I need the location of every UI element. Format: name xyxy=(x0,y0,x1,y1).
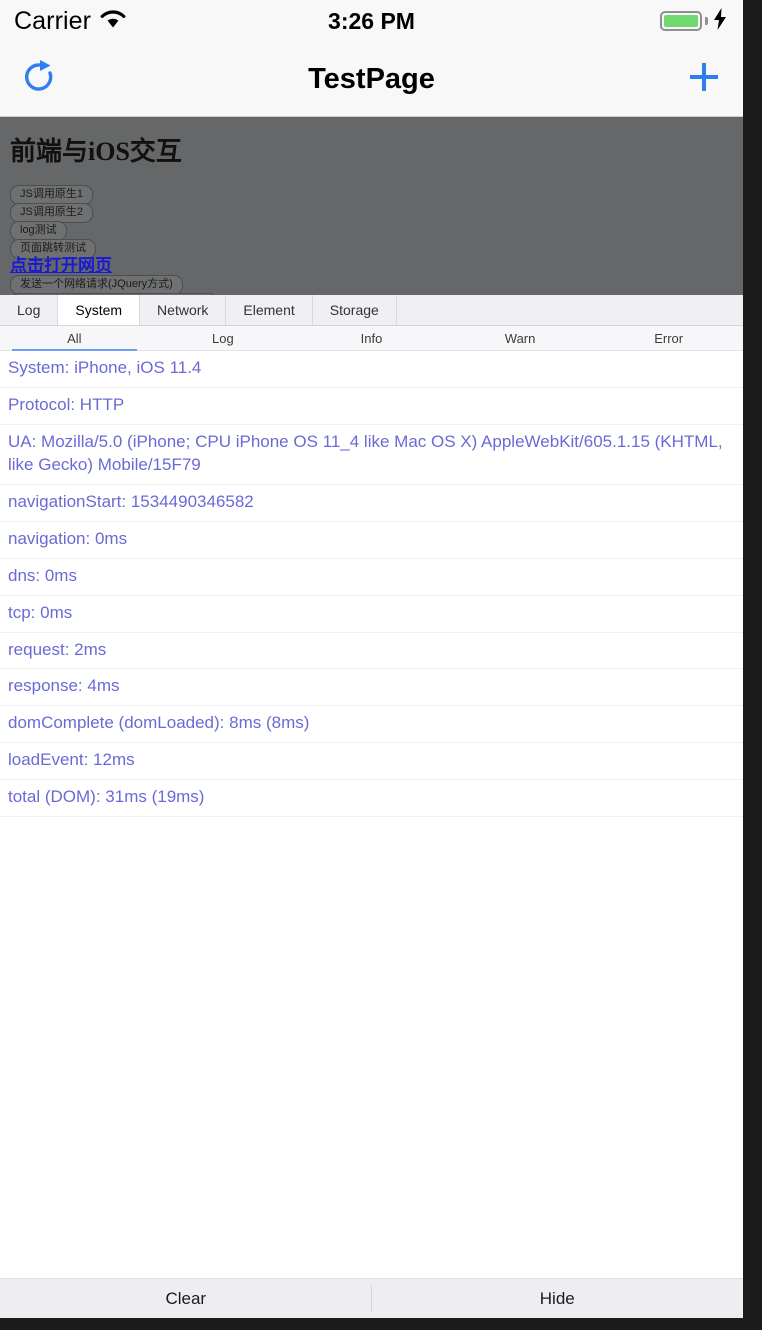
filter-all[interactable]: All xyxy=(0,326,149,351)
clear-button[interactable]: Clear xyxy=(0,1279,372,1318)
log-entry[interactable]: UA: Mozilla/5.0 (iPhone; CPU iPhone OS 1… xyxy=(0,425,743,485)
refresh-icon xyxy=(19,57,59,102)
refresh-button[interactable] xyxy=(0,42,78,116)
log-entry[interactable]: navigationStart: 1534490346582 xyxy=(0,485,743,522)
lightning-bolt-icon xyxy=(711,7,729,36)
log-entry[interactable]: dns: 0ms xyxy=(0,559,743,596)
battery-cap-icon xyxy=(705,17,708,25)
filter-log[interactable]: Log xyxy=(149,326,298,350)
webview-button-row: JS调用原生1 xyxy=(8,184,743,205)
log-entry[interactable]: loadEvent: 12ms xyxy=(0,743,743,781)
console-log-list[interactable]: System: iPhone, iOS 11.4 Protocol: HTTP … xyxy=(0,351,743,1278)
battery-fill xyxy=(664,15,698,27)
webview-content: 前端与iOS交互 JS调用原生1 JS调用原生2 log测试 页面跳转测试 点击… xyxy=(0,117,743,295)
tab-element[interactable]: Element xyxy=(226,295,313,325)
console-tab-bar: Log System Network Element Storage xyxy=(0,295,743,326)
webview-link-row: 点击打开网页 xyxy=(8,256,743,274)
filter-error[interactable]: Error xyxy=(594,326,743,350)
filter-info[interactable]: Info xyxy=(297,326,446,350)
console-bottom-bar: Clear Hide xyxy=(0,1278,743,1318)
tab-storage[interactable]: Storage xyxy=(313,295,397,325)
tab-log[interactable]: Log xyxy=(0,295,59,325)
page-title: TestPage xyxy=(308,62,435,95)
tab-bar-filler xyxy=(397,295,743,325)
device-screen: Carrier 3:26 PM TestPage 前端与iOS交互 JS调用原生… xyxy=(0,0,743,1318)
wifi-icon xyxy=(100,9,126,34)
tab-system[interactable]: System xyxy=(58,295,141,325)
battery-icon xyxy=(660,11,702,31)
webview-heading: 前端与iOS交互 xyxy=(10,137,182,166)
status-bar-left: Carrier xyxy=(14,7,126,36)
webview-button-row: log测试 xyxy=(8,220,743,241)
plus-icon xyxy=(683,56,725,103)
webview-button-row: JS调用原生2 xyxy=(8,202,743,223)
open-webpage-link[interactable]: 点击打开网页 xyxy=(10,256,112,276)
send-request-xmlrequest-button[interactable]: 发送一个网络请求(JS原生xmlRequest) xyxy=(10,293,219,295)
status-bar: Carrier 3:26 PM xyxy=(0,0,743,42)
navigation-bar: TestPage xyxy=(0,42,743,117)
log-entry[interactable]: total (DOM): 31ms (19ms) xyxy=(0,780,743,818)
webview-button-row: 发送一个网络请求(JS原生xmlRequest) xyxy=(8,292,743,295)
tab-network[interactable]: Network xyxy=(140,295,227,325)
webview-button-row: 页面跳转测试 xyxy=(8,238,743,259)
log-entry[interactable]: System: iPhone, iOS 11.4 xyxy=(0,351,743,388)
status-bar-right xyxy=(660,7,729,36)
console-filter-bar: All Log Info Warn Error xyxy=(0,326,743,351)
debug-console-panel: Log System Network Element Storage All L… xyxy=(0,295,743,1318)
add-button[interactable] xyxy=(665,42,743,116)
webview-button-row: 发送一个网络请求(JQuery方式) xyxy=(8,274,743,295)
log-entry[interactable]: response: 4ms xyxy=(0,669,743,707)
hide-button[interactable]: Hide xyxy=(372,1279,744,1318)
log-entry[interactable]: navigation: 0ms xyxy=(0,522,743,559)
log-entry[interactable]: domComplete (domLoaded): 8ms (8ms) xyxy=(0,706,743,744)
log-entry[interactable]: request: 2ms xyxy=(0,633,743,670)
log-entry[interactable]: tcp: 0ms xyxy=(0,596,743,633)
filter-warn[interactable]: Warn xyxy=(446,326,595,350)
log-entry[interactable]: Protocol: HTTP xyxy=(0,388,743,425)
carrier-label: Carrier xyxy=(14,6,92,35)
